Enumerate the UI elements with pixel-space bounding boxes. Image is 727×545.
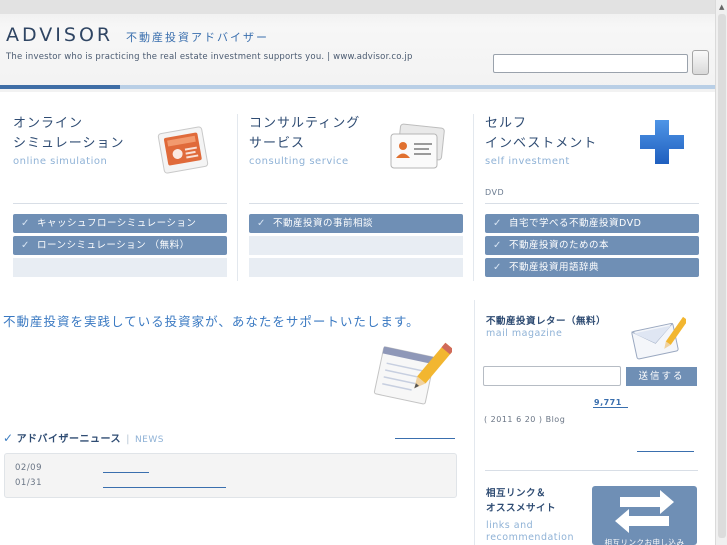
- mail-magazine-subtitle: mail magazine: [486, 328, 563, 339]
- site-logo-subtitle: 不動産投資アドバイザー: [126, 31, 269, 44]
- links-title-line2: オススメサイト: [486, 503, 557, 514]
- links-subtitle-line2: recommendation: [486, 532, 575, 543]
- news-heading: ✓ アドバイザーニュース | NEWS: [3, 430, 164, 445]
- button-label: 不動産投資の事前相談: [273, 218, 374, 229]
- links-subtitle: links and recommendation: [486, 520, 574, 544]
- mail-magazine-more-link[interactable]: [637, 451, 694, 452]
- check-icon: ✓: [21, 218, 30, 229]
- mail-letter-icon: [630, 315, 688, 365]
- news-date: 02/09: [15, 463, 42, 473]
- news-heading-separator: |: [126, 434, 130, 445]
- header-bar-accent: [0, 85, 120, 89]
- button-label: キャッシュフローシミュレーション: [37, 218, 197, 229]
- mail-magazine-submit-button[interactable]: 送信する: [626, 367, 697, 386]
- link-banner-label: 相互リンクお申し込み: [604, 538, 685, 545]
- memo-pencil-icon: [372, 338, 454, 414]
- exchange-arrows-icon: [615, 490, 674, 533]
- search-button[interactable]: [692, 50, 709, 75]
- dvd-label: DVD: [485, 188, 505, 197]
- site-logo[interactable]: ADVISOR: [6, 24, 113, 46]
- check-icon: ✓: [3, 431, 14, 445]
- loan-simulation-button[interactable]: ✓ ローンシミュレーション （無料）: [13, 236, 227, 255]
- site-header: ADVISOR 不動産投資アドバイザー The investor who is …: [0, 0, 715, 92]
- pre-consultation-button[interactable]: ✓ 不動産投資の事前相談: [249, 214, 463, 233]
- button-label: 自宅で学べる不動産投資DVD: [509, 218, 642, 229]
- news-title: アドバイザーニュース: [16, 434, 122, 445]
- site-tagline: The investor who is practicing the real …: [6, 52, 413, 62]
- service-self-investment: セルフ インベストメント self investment DVD ✓ 自宅で学べる…: [485, 114, 699, 277]
- check-icon: ✓: [257, 218, 266, 229]
- sidebar-separator: [474, 300, 475, 545]
- check-icon: ✓: [21, 240, 30, 251]
- links-title: 相互リンク＆ オススメサイト: [486, 486, 556, 516]
- column-divider: [485, 203, 699, 204]
- column-menu: ✓ 自宅で学べる不動産投資DVD ✓ 不動産投資のための本 ✓ 不動産投資用語辞典: [485, 214, 699, 280]
- menu-empty-slot: [13, 258, 227, 277]
- column-divider: [249, 203, 463, 204]
- link-exchange-banner[interactable]: 相互リンクお申し込み: [592, 486, 697, 545]
- scrollbar-thumb[interactable]: [718, 14, 726, 538]
- contact-card-icon[interactable]: [387, 122, 449, 178]
- button-label: ローンシミュレーション （無料）: [37, 240, 190, 251]
- news-item-link[interactable]: [103, 472, 149, 473]
- presentation-icon[interactable]: [153, 122, 213, 182]
- column-separator: [237, 114, 238, 281]
- search-input[interactable]: [493, 54, 688, 73]
- vertical-scrollbar[interactable]: ▲: [715, 0, 727, 545]
- news-list: 02/09 01/31: [4, 453, 457, 498]
- news-more-link[interactable]: [395, 438, 455, 439]
- subscriber-count[interactable]: 9,771: [593, 398, 628, 408]
- column-menu: ✓ キャッシュフローシミュレーション ✓ ローンシミュレーション （無料）: [13, 214, 227, 280]
- investment-books-button[interactable]: ✓ 不動産投資のための本: [485, 236, 699, 255]
- cashflow-simulation-button[interactable]: ✓ キャッシュフローシミュレーション: [13, 214, 227, 233]
- check-icon: ✓: [493, 262, 502, 273]
- mail-magazine-email-input[interactable]: [483, 366, 621, 386]
- column-menu: ✓ 不動産投資の事前相談: [249, 214, 463, 280]
- button-label: 不動産投資用語辞典: [509, 262, 600, 273]
- scroll-up-icon[interactable]: ▲: [719, 3, 724, 11]
- glossary-button[interactable]: ✓ 不動産投資用語辞典: [485, 258, 699, 277]
- service-online-simulation: オンライン シミュレーション online simulation ✓ キャッシュフ…: [13, 114, 227, 277]
- check-icon: ✓: [493, 218, 502, 229]
- plus-icon[interactable]: [638, 118, 686, 170]
- header-bar: [120, 85, 715, 89]
- column-divider: [13, 203, 227, 204]
- service-consulting: コンサルティング サービス consulting service ✓ 不動産投資の…: [249, 114, 463, 277]
- news-title-en: NEWS: [134, 435, 164, 445]
- top-strip: [0, 0, 715, 14]
- menu-empty-slot: [249, 236, 463, 255]
- home-study-dvd-button[interactable]: ✓ 自宅で学べる不動産投資DVD: [485, 214, 699, 233]
- links-subtitle-line1: links and: [486, 520, 534, 531]
- menu-empty-slot: [249, 258, 463, 277]
- lead-message: 不動産投資を実践している投資家が、あなたをサポートいたします。: [3, 314, 420, 329]
- mail-magazine-title: 不動産投資レター（無料）: [486, 316, 607, 327]
- column-separator: [473, 114, 474, 281]
- sidebar-divider: [485, 470, 698, 471]
- button-label: 不動産投資のための本: [509, 240, 610, 251]
- news-item-link[interactable]: [103, 487, 226, 488]
- mail-magazine-date: ( 2011 6 20 ) Blog: [484, 415, 566, 424]
- news-date: 01/31: [15, 478, 42, 488]
- check-icon: ✓: [493, 240, 502, 251]
- links-title-line1: 相互リンク＆: [486, 488, 547, 499]
